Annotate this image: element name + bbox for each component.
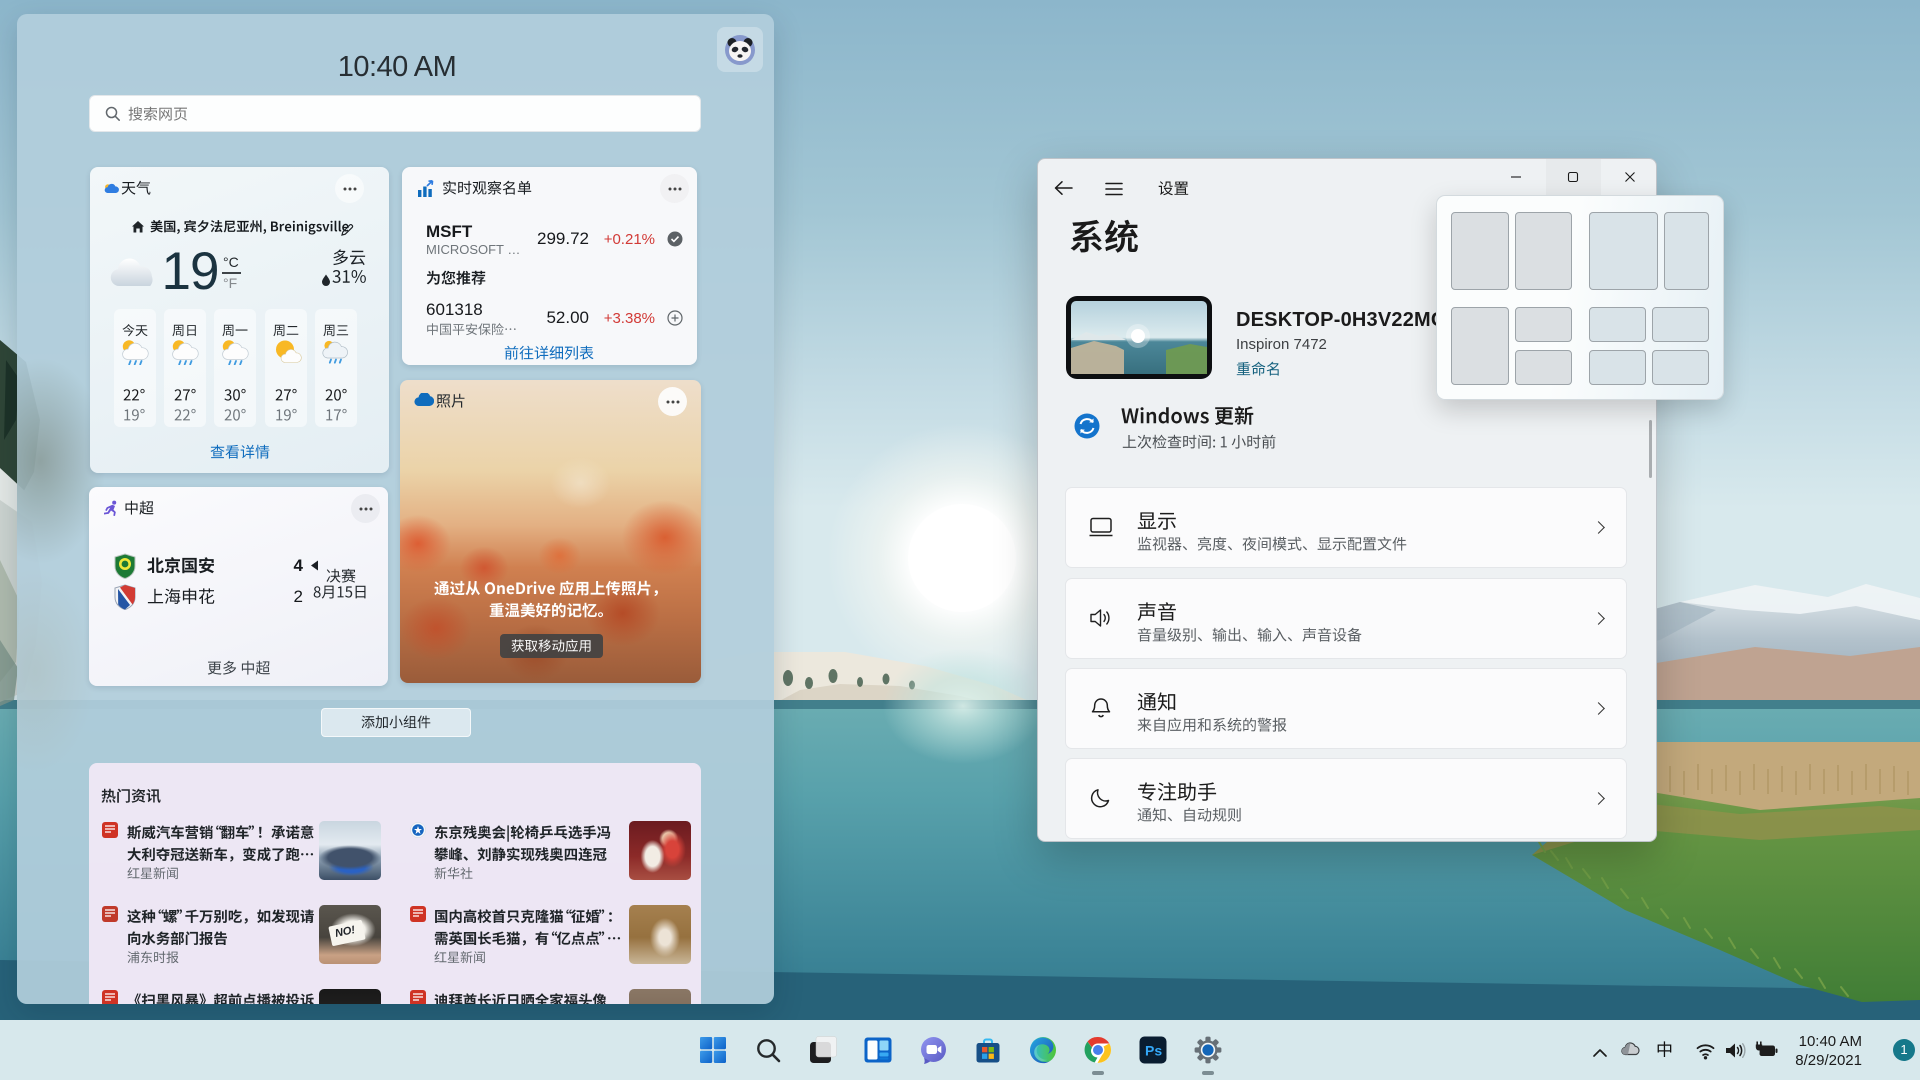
svg-text:Ps: Ps [1145,1043,1162,1059]
